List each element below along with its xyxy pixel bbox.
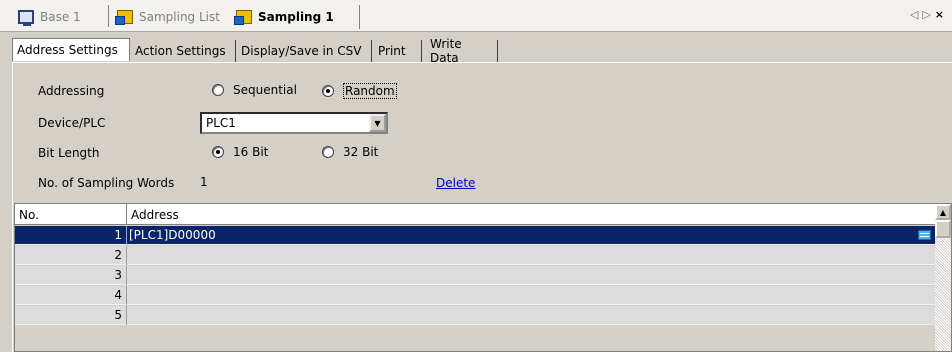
- device-plc-label: Device/PLC: [38, 116, 106, 130]
- delete-link[interactable]: Delete: [436, 176, 475, 190]
- document-tab-bar: Base 1 Sampling List Sampling 1 ◁▷×: [0, 0, 952, 32]
- close-icon[interactable]: ×: [935, 8, 948, 21]
- table-row[interactable]: 4: [15, 286, 937, 305]
- scroll-left-icon[interactable]: ◁: [910, 8, 922, 21]
- row-number: 2: [15, 246, 127, 265]
- table-row[interactable]: 3: [15, 266, 937, 285]
- tab-action-settings[interactable]: Action Settings: [131, 40, 236, 62]
- row-number: 3: [15, 266, 127, 285]
- scroll-thumb[interactable]: [935, 220, 951, 238]
- tab-separator: [108, 5, 109, 27]
- base-screen-icon: [18, 10, 34, 26]
- tab-address-settings[interactable]: Address Settings: [12, 38, 130, 61]
- radio-button[interactable]: [322, 85, 334, 97]
- radio-label: 16 Bit: [233, 145, 269, 159]
- doc-tab-label: Sampling 1: [258, 10, 334, 24]
- sampling-words-value: 1: [200, 175, 208, 189]
- addressing-label: Addressing: [38, 84, 105, 98]
- column-header-address[interactable]: Address: [127, 204, 937, 225]
- row-number: 1: [15, 226, 127, 245]
- grid-header: No. Address: [15, 204, 937, 225]
- radio-random[interactable]: Random: [322, 83, 397, 99]
- address-cell[interactable]: [PLC1]D00000: [127, 226, 216, 245]
- scroll-track[interactable]: [935, 238, 951, 351]
- radio-button[interactable]: [212, 84, 224, 96]
- radio-32-bit[interactable]: 32 Bit: [322, 145, 378, 159]
- device-plc-value: PLC1: [206, 116, 236, 130]
- radio-16-bit[interactable]: 16 Bit: [212, 145, 268, 159]
- radio-label: Sequential: [233, 83, 297, 97]
- tab-navigation: ◁▷×: [910, 8, 948, 21]
- sampling-icon: [115, 10, 133, 25]
- vertical-scrollbar[interactable]: ▲: [935, 204, 951, 351]
- row-number: 5: [15, 306, 127, 325]
- scroll-up-icon[interactable]: ▲: [935, 204, 951, 220]
- address-cell[interactable]: [127, 266, 129, 285]
- column-header-no[interactable]: No.: [15, 204, 127, 225]
- doc-tab-sampling-list[interactable]: Sampling List: [115, 5, 220, 29]
- address-cell[interactable]: [127, 306, 129, 325]
- doc-tab-sampling-1[interactable]: Sampling 1: [228, 5, 360, 29]
- bit-length-label: Bit Length: [38, 146, 100, 160]
- address-cell[interactable]: [127, 286, 129, 305]
- tab-print[interactable]: Print: [374, 40, 422, 62]
- doc-tab-label: Base 1: [40, 10, 81, 24]
- tab-display-save-csv[interactable]: Display/Save in CSV: [237, 40, 372, 62]
- radio-button[interactable]: [212, 146, 224, 158]
- chevron-down-icon[interactable]: ▼: [369, 114, 386, 132]
- device-plc-select[interactable]: PLC1 ▼: [200, 112, 388, 134]
- tab-write-data[interactable]: Write Data: [426, 37, 498, 65]
- address-cell[interactable]: [127, 246, 129, 265]
- radio-label: 32 Bit: [343, 145, 379, 159]
- row-number: 4: [15, 286, 127, 305]
- radio-button[interactable]: [322, 146, 334, 158]
- doc-tab-label: Sampling List: [139, 10, 220, 24]
- scroll-right-icon[interactable]: ▷: [922, 8, 934, 21]
- address-grid[interactable]: No. Address 1 [PLC1]D00000 2 3 4 5 ▲: [14, 203, 952, 352]
- doc-tab-base-1[interactable]: Base 1: [18, 5, 81, 29]
- table-row[interactable]: 1 [PLC1]D00000: [15, 226, 937, 245]
- radio-sequential[interactable]: Sequential: [212, 83, 297, 97]
- table-row[interactable]: 2: [15, 246, 937, 265]
- sampling-icon: [234, 10, 252, 25]
- radio-label: Random: [343, 83, 397, 99]
- keyboard-input-icon[interactable]: [918, 230, 931, 240]
- sampling-words-label: No. of Sampling Words: [38, 176, 175, 190]
- table-row[interactable]: 5: [15, 306, 937, 325]
